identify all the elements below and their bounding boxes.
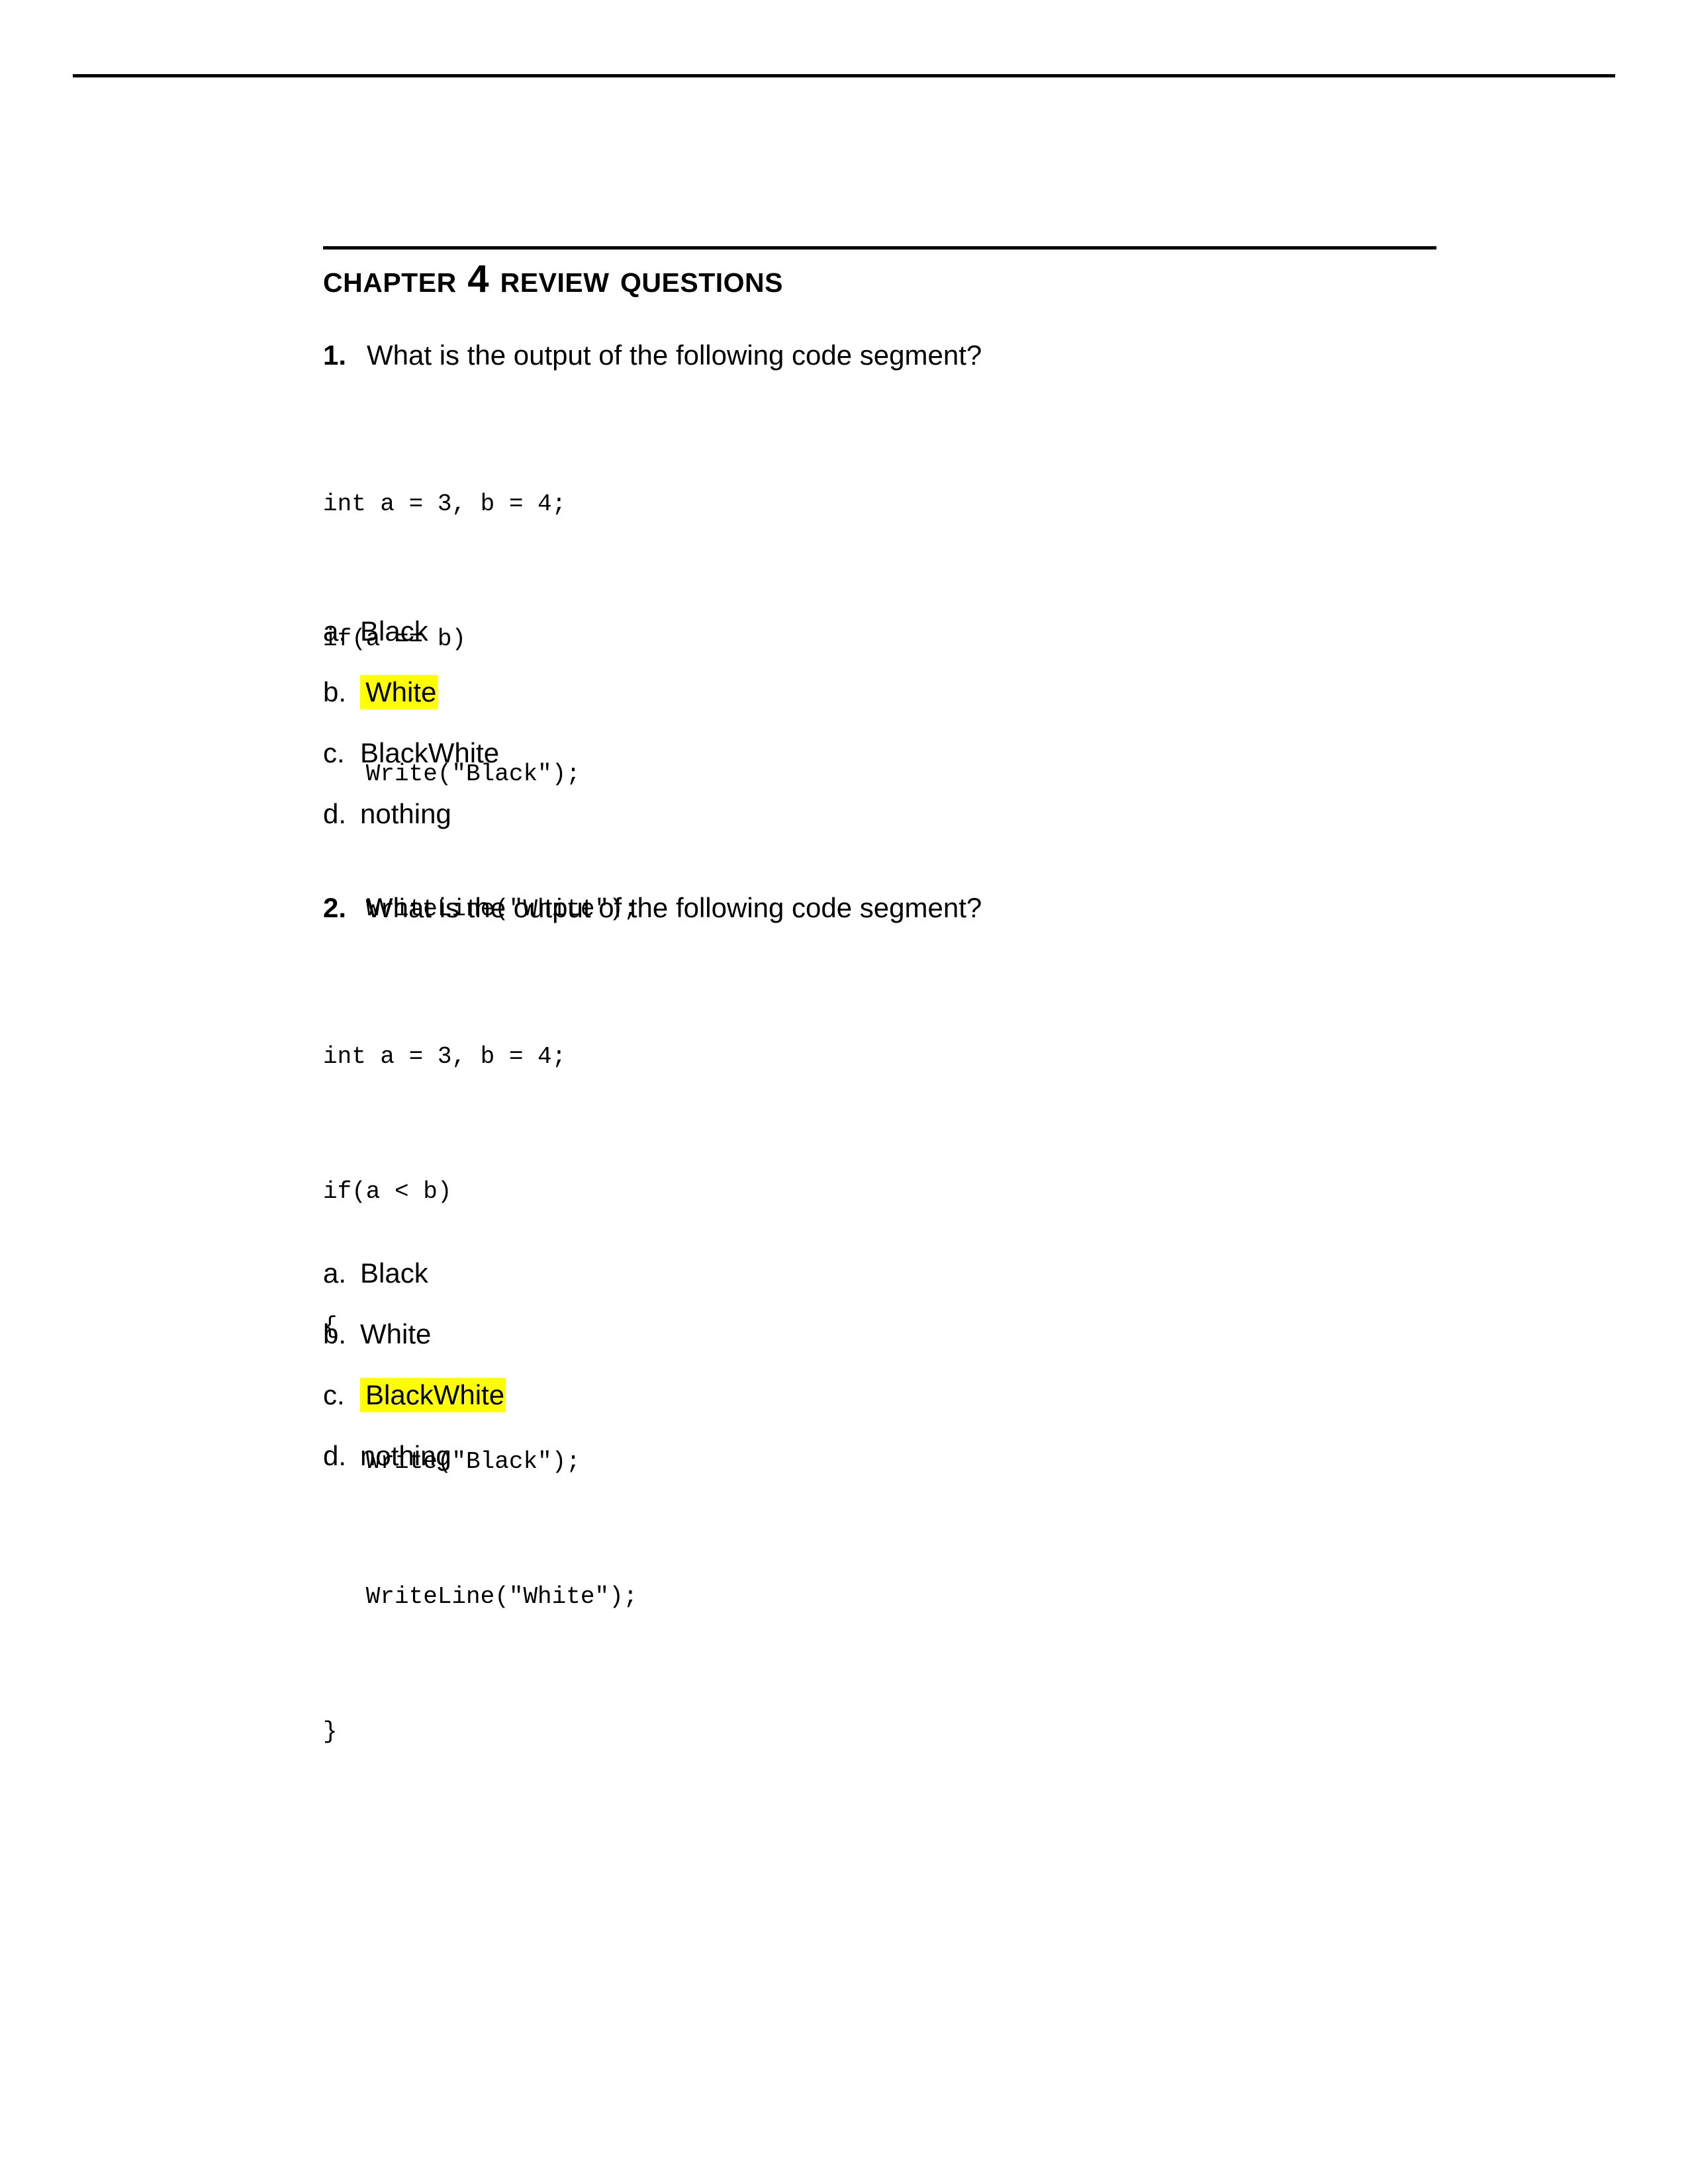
option-text-highlighted: BlackWhite: [360, 1378, 506, 1412]
option-a[interactable]: a. Black: [323, 1243, 506, 1304]
code-line: int a = 3, b = 4;: [323, 1043, 567, 1070]
option-letter: c.: [323, 1379, 345, 1410]
option-letter: d.: [323, 1440, 347, 1471]
option-text: nothing: [360, 1440, 451, 1471]
question-1-prompt: What is the output of the following code…: [367, 340, 982, 371]
option-text: White: [360, 1318, 432, 1349]
option-d[interactable]: d. nothing: [323, 784, 499, 844]
code-line: WriteLine("White");: [323, 1583, 638, 1610]
option-letter: b.: [323, 1318, 347, 1349]
option-d[interactable]: d. nothing: [323, 1426, 506, 1486]
option-text: Black: [360, 615, 428, 647]
question-1-heading: 1. What is the output of the following co…: [323, 341, 982, 369]
option-letter: a.: [323, 1257, 347, 1289]
option-letter: b.: [323, 676, 347, 707]
option-text: BlackWhite: [360, 737, 500, 768]
option-text: Black: [360, 1257, 428, 1289]
option-b[interactable]: b. White: [323, 1304, 506, 1365]
question-2-heading: 2. What is the output of the following co…: [323, 894, 982, 922]
option-letter: a.: [323, 615, 347, 647]
option-text: nothing: [360, 798, 451, 829]
question-2-number: 2.: [323, 892, 347, 923]
page-header-rule: [73, 74, 1615, 77]
option-a[interactable]: a. Black: [323, 601, 499, 662]
option-b[interactable]: b. White: [323, 662, 499, 723]
question-2-options: a. Black b. White c. BlackWhite d. nothing: [323, 1243, 506, 1486]
code-line: if(a < b): [323, 1178, 452, 1205]
question-1-number: 1.: [323, 340, 347, 371]
option-c[interactable]: c. BlackWhite: [323, 1365, 506, 1426]
option-c[interactable]: c. BlackWhite: [323, 723, 499, 784]
question-1-options: a. Black b. White c. BlackWhite d. nothing: [323, 601, 499, 844]
document-page: Chapter 4 Review Questions 1. What is the…: [0, 0, 1688, 2184]
option-letter: d.: [323, 798, 347, 829]
chapter-heading-block: Chapter 4 Review Questions: [323, 246, 1436, 300]
option-letter: c.: [323, 737, 345, 768]
option-text-highlighted: White: [360, 675, 438, 709]
code-line: }: [323, 1718, 338, 1745]
question-2-prompt: What is the output of the following code…: [367, 892, 982, 923]
code-line: int a = 3, b = 4;: [323, 490, 567, 518]
page-title: Chapter 4 Review Questions: [323, 257, 783, 300]
